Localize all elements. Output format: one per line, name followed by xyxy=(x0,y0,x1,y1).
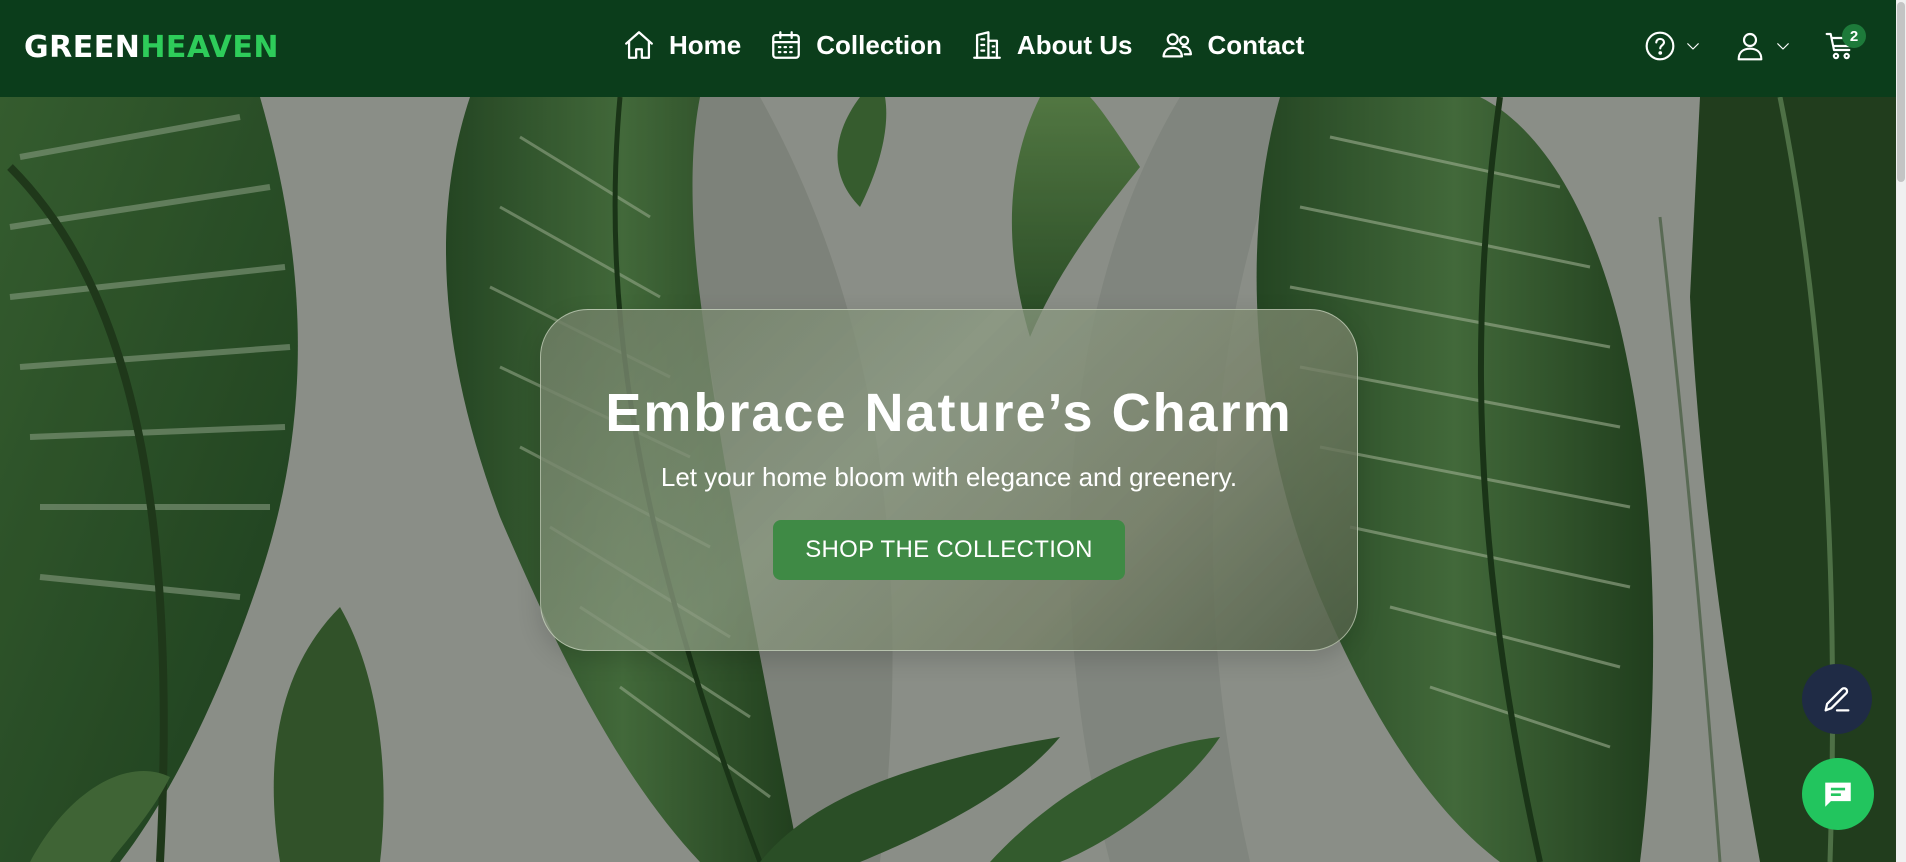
nav-item-contact[interactable]: Contact xyxy=(1160,28,1304,62)
user-icon xyxy=(1737,32,1763,61)
brand-logo[interactable]: GREENHEAVEN xyxy=(24,30,279,65)
header-tools: 2 xyxy=(1612,24,1866,62)
nav-item-label: Home xyxy=(669,29,742,60)
nav-item-about-us[interactable]: About Us xyxy=(970,28,1133,62)
cart-count-badge: 2 xyxy=(1842,24,1866,48)
help-menu-button[interactable] xyxy=(1644,30,1702,62)
hero-glass-card: Embrace Nature’s Charm Let your home blo… xyxy=(540,309,1358,651)
main-nav: Home Collection About Us Contact xyxy=(622,28,1332,62)
calendar-icon xyxy=(772,31,801,59)
building-icon xyxy=(973,31,1001,59)
edit-fab-button[interactable] xyxy=(1802,664,1872,734)
home-icon xyxy=(625,31,653,59)
users-icon xyxy=(1162,33,1193,58)
nav-item-label: Contact xyxy=(1207,29,1305,60)
help-circle-icon xyxy=(1645,31,1675,61)
chevron-down-icon xyxy=(1777,43,1789,50)
hero-title: Embrace Nature’s Charm xyxy=(605,383,1293,443)
shop-collection-button[interactable]: SHOP THE COLLECTION xyxy=(773,520,1125,580)
hero-section: Embrace Nature’s Charm Let your home blo… xyxy=(0,97,1896,862)
chat-bubble-icon xyxy=(1825,782,1851,807)
account-menu-button[interactable] xyxy=(1734,30,1792,62)
brand-logo-part1: GREEN xyxy=(24,30,141,65)
scrollbar-thumb[interactable] xyxy=(1897,2,1905,182)
nav-item-label: Collection xyxy=(816,29,942,60)
brand-logo-part2: HEAVEN xyxy=(140,30,279,65)
cart-button[interactable]: 2 xyxy=(1824,24,1866,62)
hero-subtitle: Let your home bloom with elegance and gr… xyxy=(660,462,1238,492)
pen-icon xyxy=(1824,687,1850,712)
page-scrollbar[interactable] xyxy=(1896,0,1906,862)
nav-item-home[interactable]: Home xyxy=(622,28,741,62)
nav-item-label: About Us xyxy=(1016,29,1133,60)
chat-fab-button[interactable] xyxy=(1802,758,1874,830)
nav-item-collection[interactable]: Collection xyxy=(769,28,942,62)
top-navbar: GREENHEAVEN Home Collection About Us Con… xyxy=(0,0,1896,97)
chevron-down-icon xyxy=(1687,43,1699,50)
